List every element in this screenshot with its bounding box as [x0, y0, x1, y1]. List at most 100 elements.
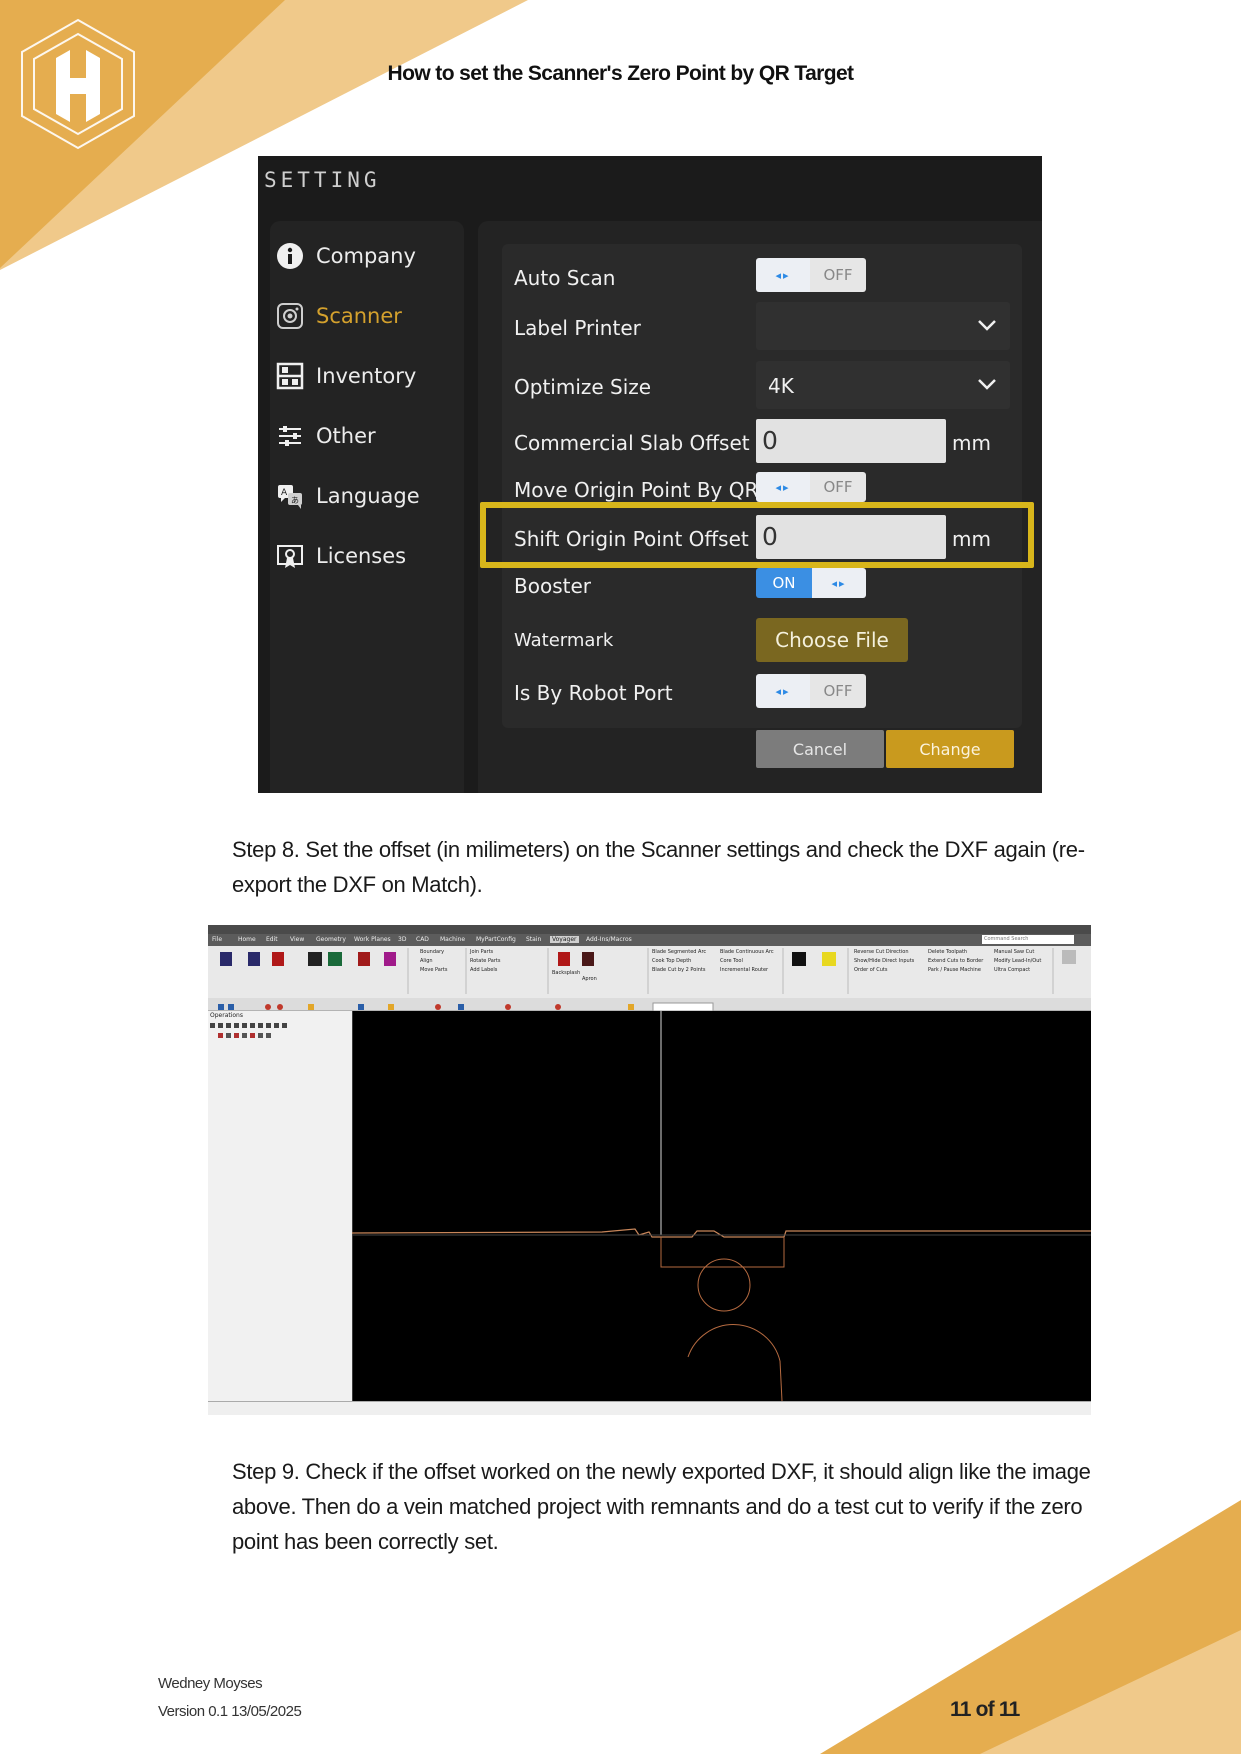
change-button[interactable]: Change	[886, 730, 1014, 768]
sidebar-item-company[interactable]: Company	[276, 242, 416, 270]
ribbon-blade-segmented-arc[interactable]: Blade Segmented Arc	[652, 949, 706, 955]
choose-file-button[interactable]: Choose File	[756, 618, 908, 662]
ribbon-blade-continuous-arc[interactable]: Blade Continuous Arc	[720, 949, 774, 955]
ribbon-align[interactable]: Align	[420, 958, 433, 964]
language-icon: Aあ	[276, 482, 304, 510]
settings-title: SETTING	[264, 168, 381, 192]
chevron-down-icon	[978, 320, 996, 331]
svg-text:A: A	[281, 488, 288, 498]
auto-scan-label: Auto Scan	[514, 266, 616, 290]
toggle-arrows-icon: ◂▸	[756, 258, 810, 292]
operations-title: Operations	[210, 1012, 243, 1019]
cad-screenshot: File Home Edit View Geometry Work Planes…	[208, 925, 1091, 1415]
svg-text:あ: あ	[291, 496, 299, 505]
commercial-slab-offset-label: Commercial Slab Offset	[514, 431, 750, 455]
menu-mypartconfig[interactable]: MyPartConfig	[476, 936, 516, 943]
dxf-drawing	[351, 1011, 1091, 1402]
ribbon-delete-toolpath[interactable]: Delete Toolpath	[928, 949, 967, 955]
auto-scan-toggle[interactable]: ◂▸ OFF	[756, 258, 866, 292]
toggle-state: OFF	[810, 472, 866, 502]
move-origin-toggle[interactable]: ◂▸ OFF	[756, 472, 866, 502]
cad-ribbon: Boundary Align Move Parts Join Parts Rot…	[208, 946, 1091, 999]
select-value: 4K	[768, 374, 794, 398]
menu-3d[interactable]: 3D	[398, 936, 406, 943]
ribbon-order-of-cuts[interactable]: Order of Cuts	[854, 967, 887, 973]
operations-toolbar-icons	[210, 1023, 287, 1038]
optimize-size-label: Optimize Size	[514, 375, 652, 399]
sidebar-item-scanner[interactable]: Scanner	[276, 302, 402, 330]
label-printer-select[interactable]	[756, 302, 1010, 350]
camera-icon	[276, 302, 304, 330]
ribbon-cook-top-depth[interactable]: Cook Top Depth	[652, 958, 691, 964]
cancel-button[interactable]: Cancel	[756, 730, 884, 768]
sliders-icon	[276, 422, 304, 450]
robot-port-label: Is By Robot Port	[514, 681, 673, 705]
cad-titlebar	[208, 925, 1091, 934]
info-icon	[276, 242, 304, 270]
menu-work-planes[interactable]: Work Planes	[354, 936, 391, 943]
toggle-state: ON	[756, 568, 812, 598]
sidebar-item-inventory[interactable]: Inventory	[276, 362, 416, 390]
ribbon-manual-saw-cut[interactable]: Manual Saw Cut	[994, 949, 1034, 955]
menu-geometry[interactable]: Geometry	[316, 936, 346, 943]
menu-view[interactable]: View	[290, 936, 304, 943]
booster-label: Booster	[514, 574, 591, 598]
toggle-arrows-icon: ◂▸	[812, 568, 866, 598]
commercial-slab-offset-input[interactable]: 0	[756, 419, 946, 463]
ribbon-blade-cut-2-points[interactable]: Blade Cut by 2 Points	[652, 967, 705, 973]
chevron-down-icon	[978, 379, 996, 390]
ribbon-show-hide-inputs[interactable]: Show/Hide Direct Inputs	[854, 958, 914, 964]
footer-version: Version 0.1 13/05/2025	[158, 1703, 302, 1720]
move-origin-label: Move Origin Point By QR	[514, 478, 759, 502]
sidebar-item-language[interactable]: Aあ Language	[276, 482, 420, 510]
cad-quick-toolbar	[208, 998, 1091, 1012]
booster-toggle[interactable]: ON ◂▸	[756, 568, 866, 598]
menu-file[interactable]: File	[212, 936, 222, 943]
sidebar-item-licenses[interactable]: Licenses	[276, 542, 406, 570]
watermark-label: Watermark	[514, 630, 614, 651]
ribbon-core-tool[interactable]: Core Tool	[720, 958, 743, 964]
toggle-state: OFF	[810, 674, 866, 708]
ribbon-join-parts[interactable]: Join Parts	[470, 949, 493, 955]
ribbon-move-parts[interactable]: Move Parts	[420, 967, 447, 973]
operations-panel: Operations	[208, 1011, 353, 1401]
ribbon-ultra-compact[interactable]: Ultra Compact	[994, 967, 1030, 973]
step-8-text: Step 8. Set the offset (in milimeters) o…	[232, 837, 1085, 897]
unit-label: mm	[952, 431, 991, 455]
inventory-icon	[276, 362, 304, 390]
ribbon-park-pause[interactable]: Park / Pause Machine	[928, 967, 981, 973]
sidebar-item-label: Other	[316, 424, 376, 448]
ribbon-add-labels[interactable]: Add Labels	[470, 967, 497, 973]
document-title: How to set the Scanner's Zero Point by Q…	[387, 62, 854, 85]
command-search-input[interactable]: Command Search	[982, 935, 1074, 944]
toggle-state: OFF	[810, 258, 866, 292]
ribbon-incremental-router[interactable]: Incremental Router	[720, 967, 768, 973]
menu-addins[interactable]: Add-Ins/Macros	[586, 936, 632, 943]
footer-author: Wedney Moyses	[158, 1675, 263, 1692]
sidebar-item-label: Language	[316, 484, 420, 508]
sidebar-item-label: Licenses	[316, 544, 407, 568]
ribbon-reverse-cut-direction[interactable]: Reverse Cut Direction	[854, 949, 909, 955]
robot-port-toggle[interactable]: ◂▸ OFF	[756, 674, 866, 708]
menu-edit[interactable]: Edit	[266, 936, 278, 943]
menu-stain[interactable]: Stain	[526, 936, 541, 943]
label-printer-label: Label Printer	[514, 316, 641, 340]
optimize-size-select[interactable]: 4K	[756, 361, 1010, 409]
cad-drawing-canvas	[351, 1011, 1091, 1402]
cad-status-bar	[208, 1401, 1091, 1415]
step-9-text: Step 9. Check if the offset worked on th…	[232, 1459, 1091, 1554]
ribbon-boundary[interactable]: Boundary	[420, 949, 444, 955]
menu-voyager[interactable]: Voyager	[550, 936, 579, 943]
ribbon-rotate-parts[interactable]: Rotate Parts	[470, 958, 500, 964]
menu-machine[interactable]: Machine	[440, 936, 465, 943]
ribbon-extend-cuts[interactable]: Extend Cuts to Border	[928, 958, 983, 964]
license-icon	[276, 542, 304, 570]
ribbon-backsplash[interactable]: Backsplash	[552, 970, 580, 976]
highlight-box	[480, 502, 1034, 568]
menu-cad[interactable]: CAD	[416, 936, 429, 943]
sidebar-item-other[interactable]: Other	[276, 422, 376, 450]
sidebar-item-label: Scanner	[316, 304, 402, 328]
ribbon-modify-lead[interactable]: Modify Lead-In/Out	[994, 958, 1041, 964]
menu-home[interactable]: Home	[238, 936, 256, 943]
ribbon-apron[interactable]: Apron	[582, 976, 597, 982]
